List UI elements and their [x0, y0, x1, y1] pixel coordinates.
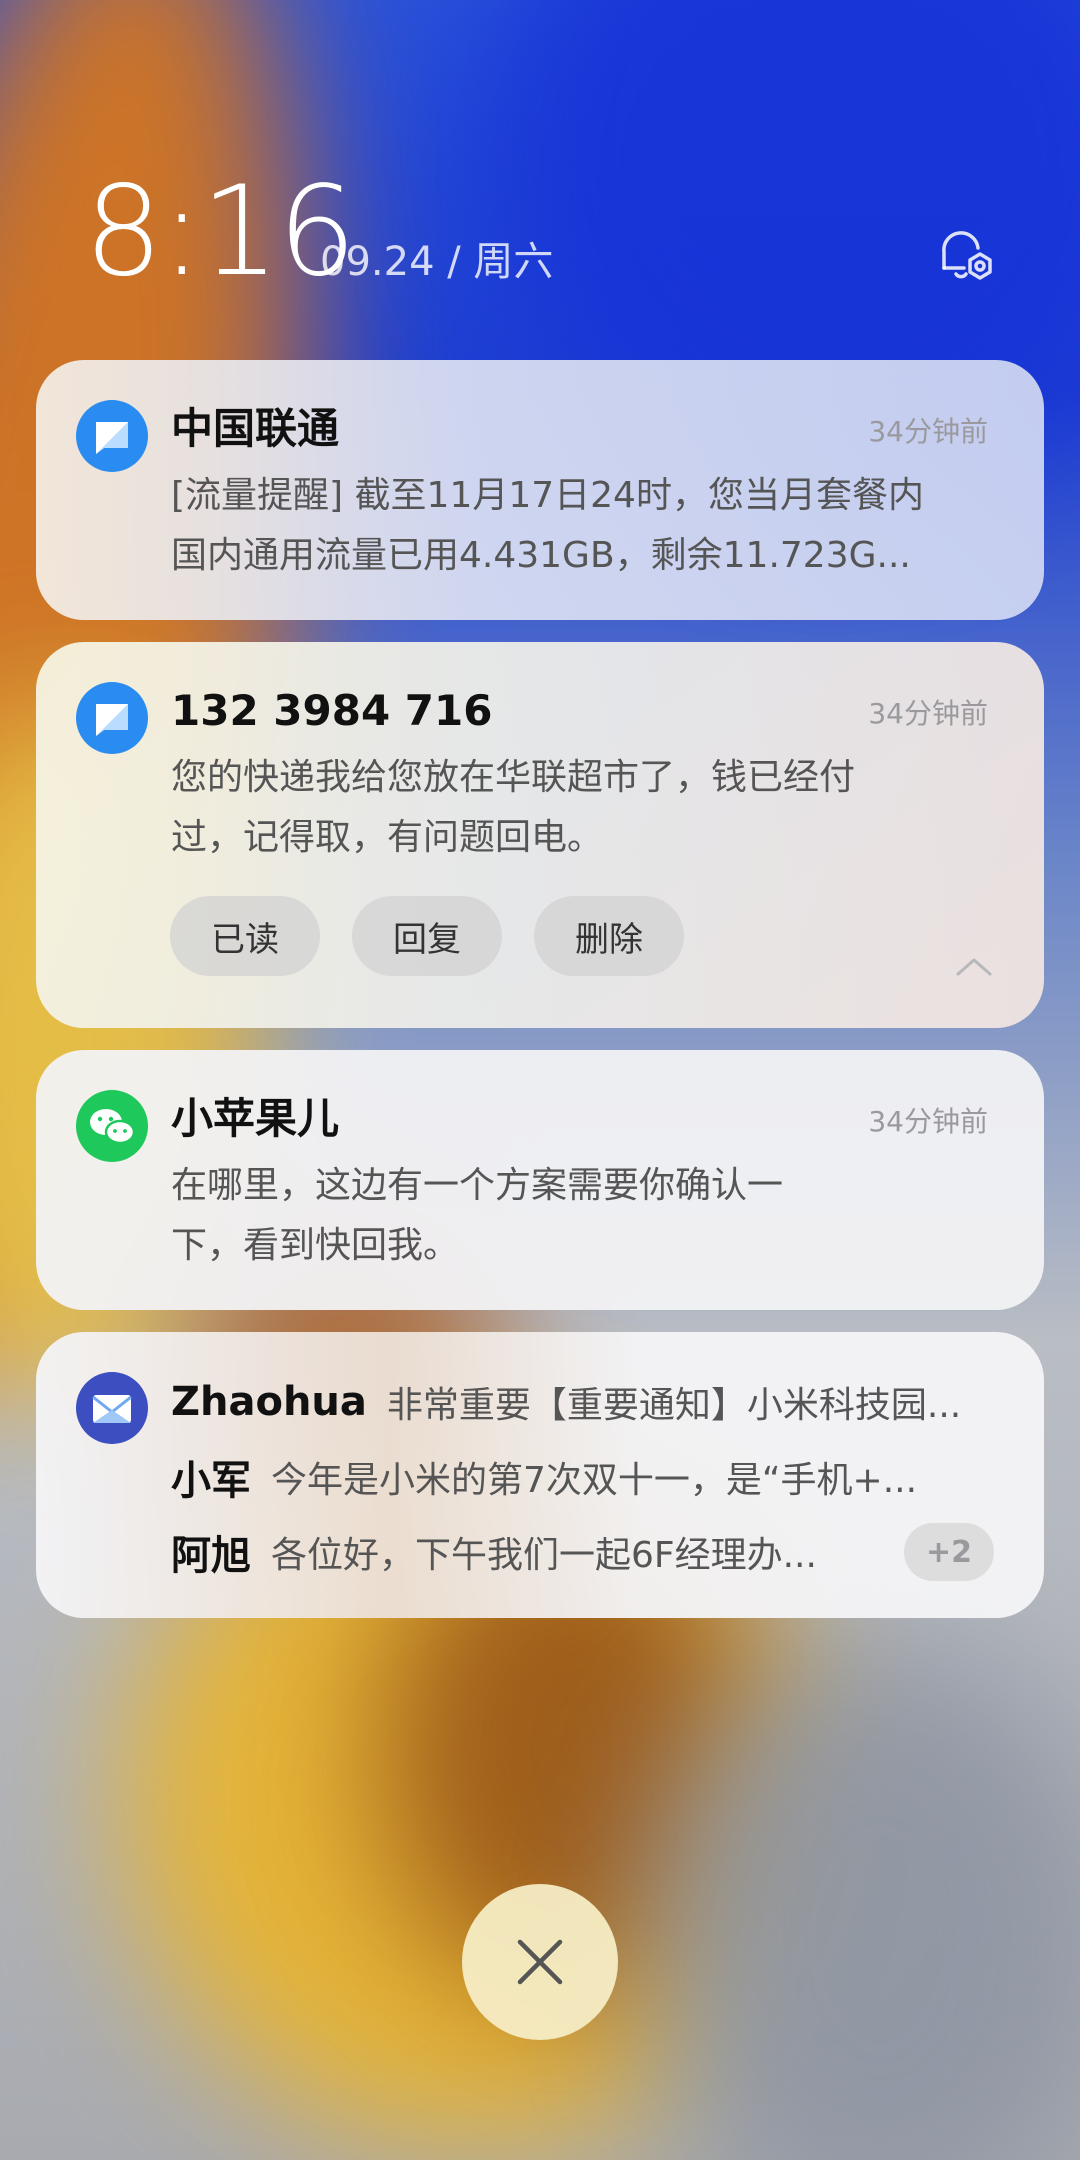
notification-actions: 已读 回复 删除 — [170, 896, 684, 976]
notification-time: 34分钟前 — [868, 1105, 988, 1138]
mail-row[interactable]: 阿旭 各位好，下午我们一起6F经理办... +2 — [171, 1522, 994, 1582]
body-line: [流量提醒] 截至11月17日24时，您当月套餐内 — [171, 475, 924, 516]
notification-settings-icon[interactable] — [930, 222, 1000, 292]
notification-card[interactable]: 小苹果儿 34分钟前 在哪里，这边有一个方案需要你确认一 下，看到快回我。 — [36, 1050, 1044, 1310]
notification-title: 中国联通 — [171, 404, 340, 453]
chevron-up-icon[interactable] — [954, 954, 994, 978]
message-icon — [76, 682, 148, 754]
close-icon — [517, 1939, 563, 1985]
mail-snippet: 非常重要【重要通知】小米科技园... — [386, 1385, 962, 1426]
mail-row[interactable]: Zhaohua 非常重要【重要通知】小米科技园... — [171, 1372, 994, 1432]
wechat-icon — [76, 1090, 148, 1162]
mark-read-button[interactable]: 已读 — [170, 896, 320, 976]
clock-time: 8:16 — [84, 160, 356, 304]
mail-sender: 小军 — [171, 1458, 251, 1504]
mail-row[interactable]: 小军 今年是小米的第7次双十一，是“手机+... — [171, 1447, 994, 1507]
body-line: 下，看到快回我。 — [171, 1225, 460, 1266]
mail-icon — [76, 1372, 148, 1444]
mail-snippet: 各位好，下午我们一起6F经理办... — [271, 1535, 817, 1576]
body-line: 您的快递我给您放在华联超市了，钱已经付 — [171, 757, 856, 798]
notification-time: 34分钟前 — [868, 415, 988, 448]
notification-body: [流量提醒] 截至11月17日24时，您当月套餐内 国内通用流量已用4.431G… — [171, 466, 974, 586]
notification-card[interactable]: 中国联通 34分钟前 [流量提醒] 截至11月17日24时，您当月套餐内 国内通… — [36, 360, 1044, 620]
message-icon — [76, 400, 148, 472]
notification-time: 34分钟前 — [868, 697, 988, 730]
clock-date: 09.24 / 周六 — [320, 239, 554, 285]
mail-snippet: 今年是小米的第7次双十一，是“手机+... — [271, 1460, 918, 1501]
body-line: 国内通用流量已用4.431GB，剩余11.723G... — [171, 535, 911, 576]
notification-card-expanded[interactable]: 132 3984 716 34分钟前 您的快递我给您放在华联超市了，钱已经付 过… — [36, 642, 1044, 1028]
mail-sender: Zhaohua — [171, 1379, 367, 1425]
clear-all-button[interactable] — [462, 1884, 618, 2040]
notification-body: 在哪里，这边有一个方案需要你确认一 下，看到快回我。 — [171, 1156, 974, 1276]
mail-sender: 阿旭 — [171, 1533, 251, 1579]
mail-notification-card[interactable]: Zhaohua 非常重要【重要通知】小米科技园... 小军 今年是小米的第7次双… — [36, 1332, 1044, 1618]
notification-title: 小苹果儿 — [171, 1094, 340, 1143]
more-count-badge[interactable]: +2 — [904, 1523, 994, 1581]
delete-button[interactable]: 删除 — [534, 896, 684, 976]
body-line: 在哪里，这边有一个方案需要你确认一 — [171, 1165, 784, 1206]
body-line: 过，记得取，有问题回电。 — [171, 817, 604, 858]
notification-body: 您的快递我给您放在华联超市了，钱已经付 过，记得取，有问题回电。 — [171, 748, 974, 868]
reply-button[interactable]: 回复 — [352, 896, 502, 976]
notification-title: 132 3984 716 — [171, 686, 493, 735]
